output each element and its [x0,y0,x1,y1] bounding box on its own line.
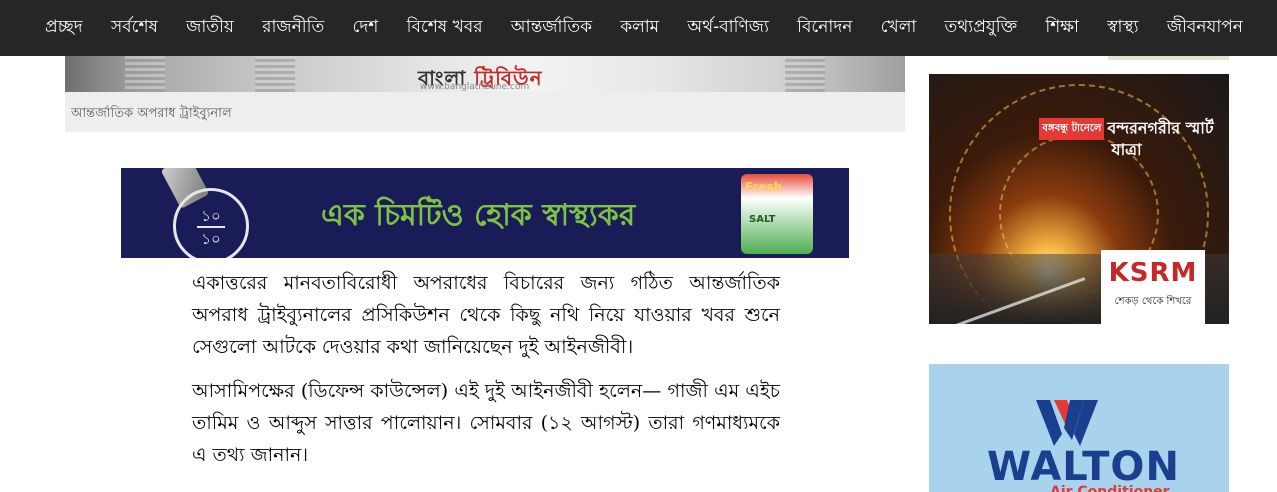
nav-item-international[interactable]: আন্তর্জাতিক [511,14,592,42]
ksrm-logo: KSRM [1108,258,1198,288]
nav-item-latest[interactable]: সর্বশেষ [111,14,158,42]
nav-item-health[interactable]: স্বাস্থ্য [1107,14,1138,42]
ksrm-logo-box: KSRM শেকড় থেকে শিখরে [1101,250,1205,324]
main-nav: প্রচ্ছদ সর্বশেষ জাতীয় রাজনীতি দেশ বিশেষ… [0,0,1277,56]
hero-signboard-url: www.banglatribune.com [420,82,530,92]
ten-of-ten-badge: ১০ ১০ [173,188,249,258]
nav-item-politics[interactable]: রাজনীতি [262,14,324,42]
salt-pack-brand: Fresh [745,180,783,194]
ksrm-tunnel-ad[interactable]: বঙ্গবন্ধু টানেলে বন্দরনগরীর স্মার্ট যাত্র… [929,74,1229,324]
nav-item-sports[interactable]: খেলা [881,14,917,42]
nav-item-national[interactable]: জাতীয় [186,14,234,42]
tunnel-ad-headline: বঙ্গবন্ধু টানেলে বন্দরনগরীর স্মার্ট যাত্র… [1039,118,1214,160]
banner-slogan: এক চিমটিও হোক স্বাস্থ্যকর [321,198,636,233]
nav-item-special-news[interactable]: বিশেষ খবর [407,14,483,42]
nav-item-entertainment[interactable]: বিনোদন [797,14,852,42]
tunnel-ad-tag: বঙ্গবন্ধু টানেলে [1039,118,1105,140]
salt-ad-banner[interactable]: ১০ ১০ এক চিমটিও হোক স্বাস্থ্যকর Fresh SA… [121,168,849,258]
walton-logo-icon [1036,400,1098,446]
salt-pack-label: SALT [749,214,776,225]
image-caption: আন্তর্জাতিক অপরাধ ট্রাইব্যুনাল [65,92,905,132]
nav-item-tech[interactable]: তথ্যপ্রযুক্তি [945,14,1018,42]
nav-item-column[interactable]: কলাম [620,14,659,42]
article-body: একাত্তরের মানবতাবিরোধী অপরাধের বিচারের জ… [192,267,780,483]
nav-item-education[interactable]: শিক্ষা [1045,14,1079,42]
hero-shutter-mid [255,56,295,92]
sidebar-ad-edge [1108,56,1229,60]
article-paragraph: আসামিপক্ষের (ডিফেন্স কাউন্সেল) এই দুই আই… [192,380,780,466]
nav-item-home[interactable]: প্রচ্ছদ [45,14,83,42]
ksrm-tagline: শেকড় থেকে শিখরে [1114,296,1192,307]
hero-image: বাংলা ট্রিবিউন www.banglatribune.com [65,56,905,92]
salt-pack-image: Fresh SALT [741,174,813,254]
nav-item-business[interactable]: অর্থ-বাণিজ্য [687,14,769,42]
nav-item-lifestyle[interactable]: জীবনযাপন [1167,14,1243,42]
walton-ad[interactable]: WALTON Air Conditioner [929,364,1229,492]
hero-shutter-left [125,56,165,92]
hero-shutter-right [785,56,825,92]
article-paragraph: একাত্তরের মানবতাবিরোধী অপরাধের বিচারের জ… [192,272,780,358]
nav-item-country[interactable]: দেশ [352,14,378,42]
walton-product: Air Conditioner [1050,484,1170,492]
